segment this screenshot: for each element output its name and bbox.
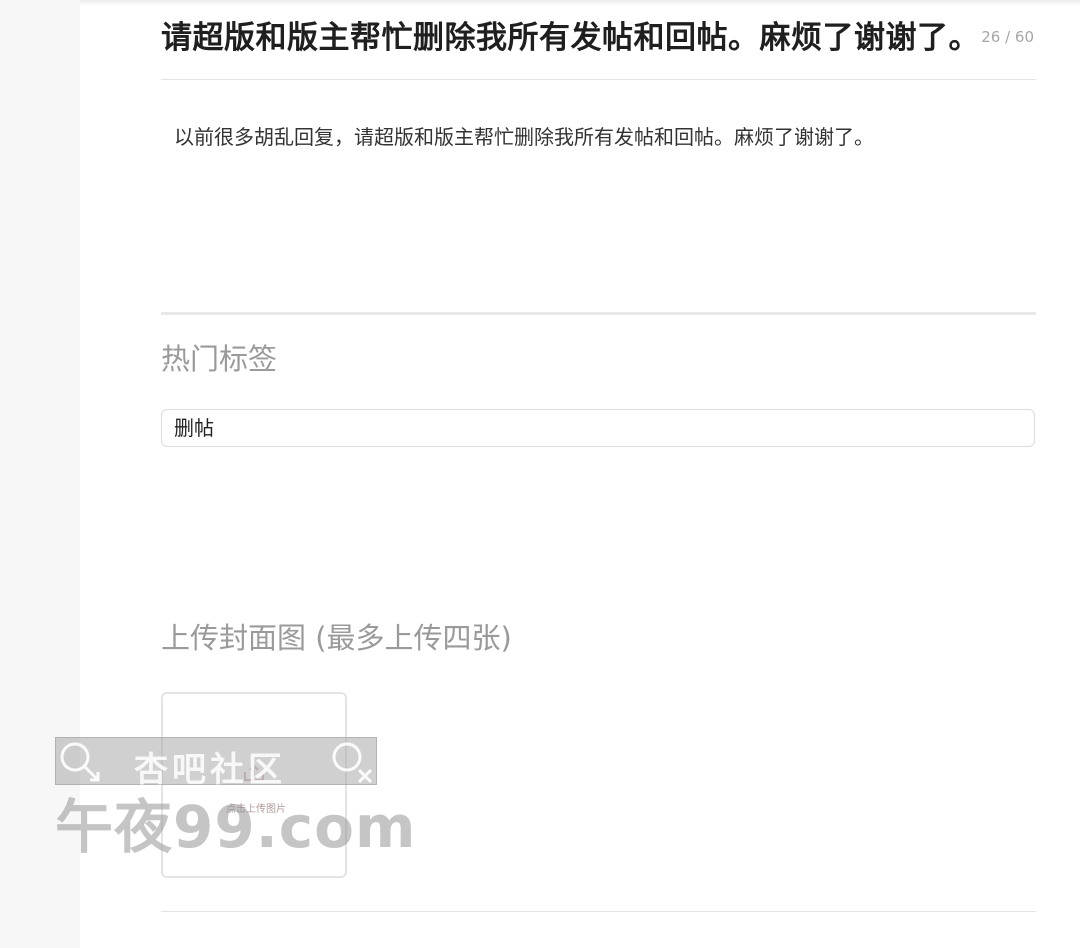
tags-input[interactable]: 删帖 xyxy=(161,409,1035,447)
magnifier-icon xyxy=(60,742,100,782)
watermark-site-text: 午夜99.com xyxy=(55,793,417,861)
bottom-divider xyxy=(161,911,1036,912)
magnifier-close-icon xyxy=(332,742,373,784)
upload-cover-heading: 上传封面图 (最多上传四张) xyxy=(161,621,512,655)
section-divider xyxy=(161,312,1036,315)
title-char-count: 26 / 60 xyxy=(981,28,1034,46)
title-divider xyxy=(161,79,1036,80)
hot-tags-heading: 热门标签 xyxy=(161,342,278,376)
top-shadow xyxy=(80,0,1080,6)
post-body-editor[interactable]: 以前很多胡乱回复，请超版和版主帮忙删除我所有发帖和回帖。麻烦了谢谢了。 xyxy=(174,122,1024,152)
post-title-input[interactable]: 请超版和版主帮忙删除我所有发帖和回帖。麻烦了谢谢了。 xyxy=(161,12,981,64)
watermark-banner: 杏吧社区 xyxy=(55,737,377,790)
